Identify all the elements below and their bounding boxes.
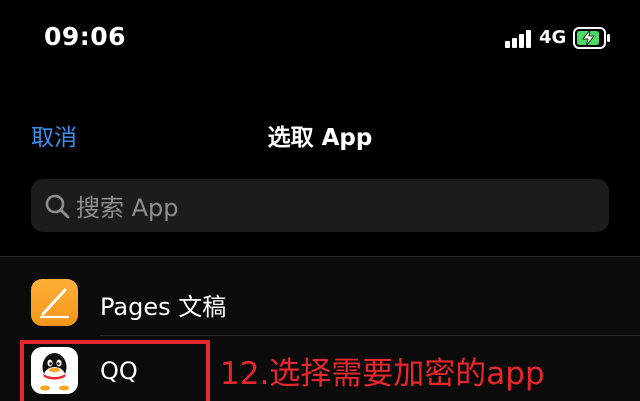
- cellular-signal-icon: [505, 30, 535, 48]
- app-name: Pages 文稿: [100, 293, 227, 321]
- pages-app-icon: [31, 279, 78, 326]
- network-type: 4G: [539, 27, 567, 48]
- page-title: 选取 App: [267, 125, 373, 151]
- row-divider: [100, 335, 640, 336]
- app-picker-screen: 09:06 4G 取消 选取 App 搜索 App Pages 文稿 QQ 12…: [0, 0, 640, 401]
- status-time: 09:06: [44, 22, 127, 51]
- battery-charging-icon: [573, 27, 610, 49]
- search-input[interactable]: 搜索 App: [31, 179, 609, 232]
- annotation-text: 12.选择需要加密的app: [220, 356, 545, 392]
- search-icon: [45, 194, 70, 218]
- app-list-item-pages[interactable]: Pages 文稿: [0, 257, 640, 337]
- annotation-highlight-box: [20, 340, 210, 401]
- search-placeholder: 搜索 App: [76, 194, 179, 222]
